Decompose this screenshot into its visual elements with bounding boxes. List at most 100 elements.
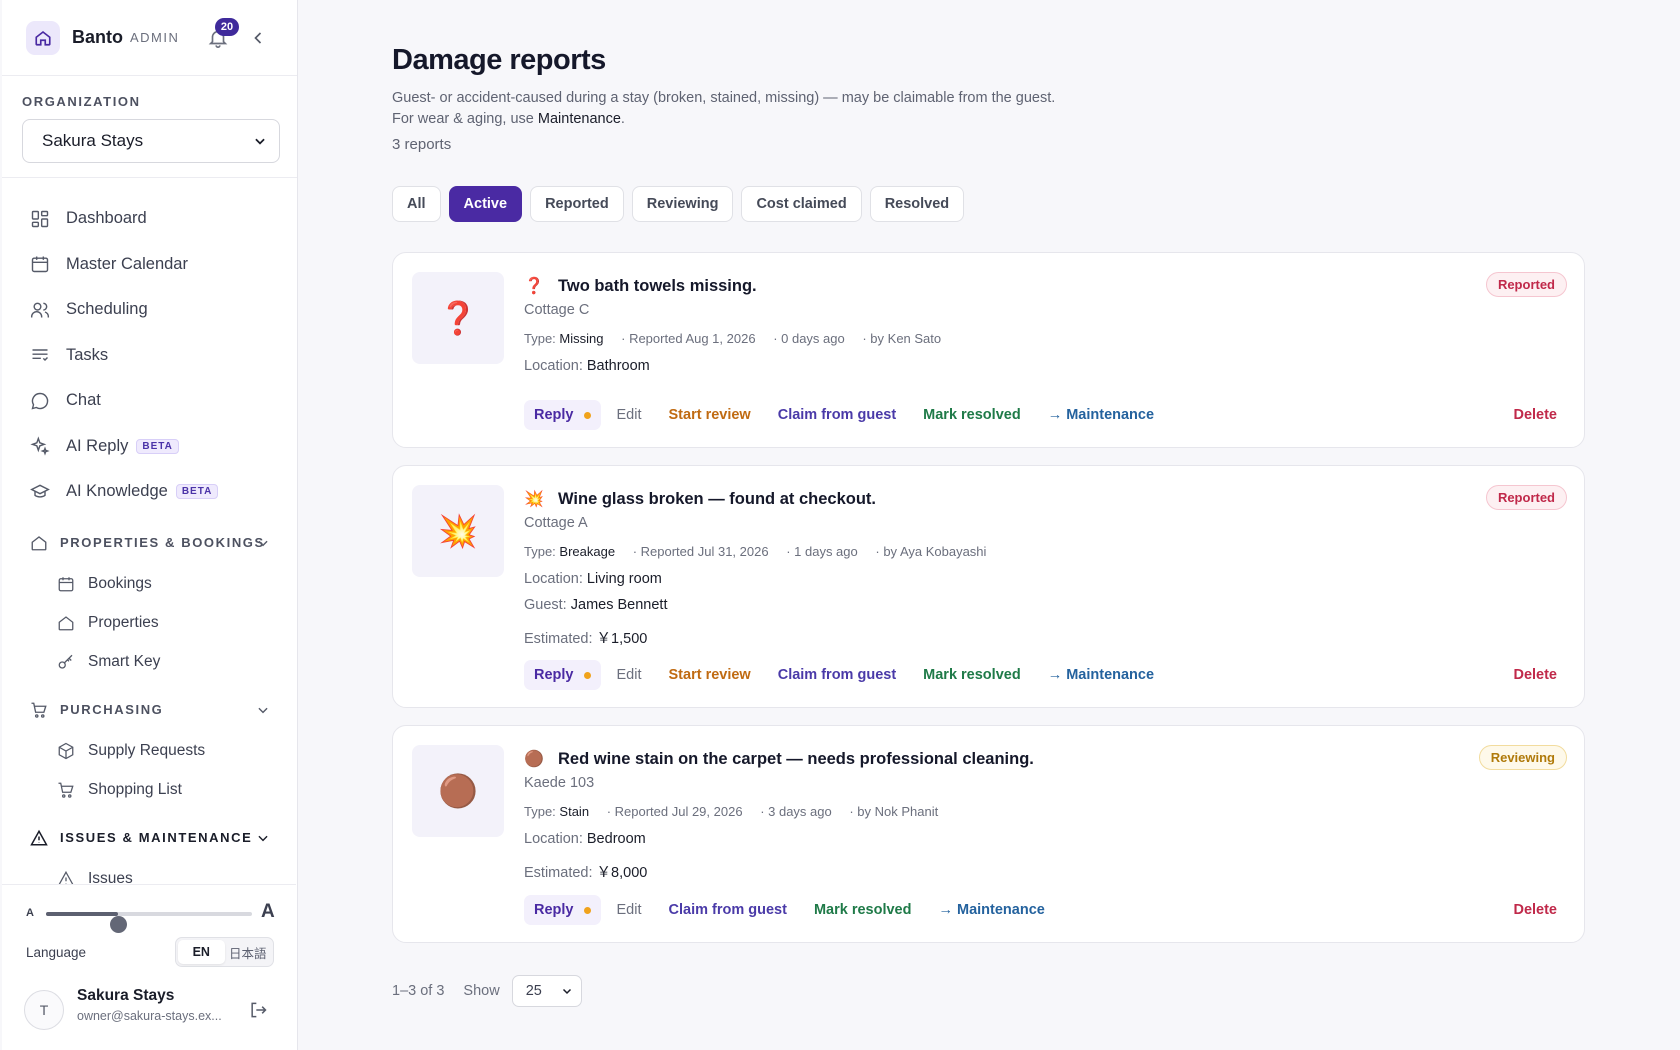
claim-from-guest-button[interactable]: Claim from guest — [669, 902, 787, 918]
report-card: 💥 💥 Wine glass broken — found at checkou… — [392, 465, 1585, 708]
reply-button[interactable]: Reply — [524, 400, 601, 430]
claim-from-guest-button[interactable]: Claim from guest — [778, 407, 896, 423]
slider-thumb[interactable] — [110, 916, 128, 933]
to-maintenance-button[interactable]: → Maintenance — [1048, 667, 1154, 683]
report-location: Location: Bathroom — [524, 358, 650, 374]
list-icon — [32, 349, 49, 362]
report-title-row: ❓ Two bath towels missing. — [524, 276, 757, 296]
page-size-select[interactable]: 25 — [511, 975, 582, 1007]
home-logo-icon[interactable] — [26, 20, 60, 55]
to-maintenance-button[interactable]: → Maintenance — [938, 902, 1044, 918]
claim-from-guest-button[interactable]: Claim from guest — [778, 667, 896, 683]
report-estimate: Estimated: ￥8,000 — [524, 861, 647, 882]
section-label: PROPERTIES & BOOKINGS — [60, 535, 265, 550]
delete-button[interactable]: Delete — [1513, 902, 1557, 918]
org-selected-value: Sakura Stays — [42, 131, 144, 150]
start-review-button[interactable]: Start review — [669, 667, 751, 683]
estimated-value: ￥1,500 — [596, 631, 648, 647]
report-meta: Type: Breakage · Reported Jul 31, 2026 ·… — [524, 544, 986, 559]
location-value: Living room — [586, 571, 662, 587]
language-toggle: EN 日本語 — [175, 937, 274, 967]
mark-resolved-button[interactable]: Mark resolved — [814, 902, 912, 918]
report-count: 3 reports — [392, 136, 452, 153]
tab-reviewing[interactable]: Reviewing — [631, 186, 734, 222]
lang-option-ja[interactable]: 日本語 — [225, 940, 272, 964]
font-size-slider[interactable] — [46, 912, 252, 933]
report-author: · by Nok Phanit — [849, 804, 939, 819]
delete-button[interactable]: Delete — [1513, 667, 1557, 683]
tab-reported[interactable]: Reported — [530, 186, 624, 222]
chevron-down-icon — [255, 138, 265, 145]
chevron-down-icon — [562, 988, 571, 995]
report-date: · Reported Aug 1, 2026 — [621, 331, 756, 346]
filter-tabs: All Active Reported Reviewing Cost claim… — [392, 186, 972, 222]
report-title: Two bath towels missing. — [558, 276, 757, 295]
tab-active[interactable]: Active — [448, 186, 523, 222]
edit-button[interactable]: Edit — [617, 667, 642, 683]
location-label: Location: — [524, 571, 583, 587]
status-badge: Reported — [1485, 485, 1567, 510]
home-icon — [58, 616, 74, 631]
nav-item-smart-key[interactable]: Smart Key — [2, 643, 297, 682]
calendar-icon — [58, 577, 74, 592]
report-actions: Reply Edit Start review Claim from guest… — [524, 660, 1569, 690]
nav-item-ai-knowledge[interactable]: AI Knowledge BETA — [2, 469, 297, 515]
report-actions: Reply Edit Claim from guest Mark resolve… — [524, 895, 1569, 925]
reply-label: Reply — [534, 902, 574, 918]
nav-item-supply-requests[interactable]: Supply Requests — [2, 732, 297, 771]
collision-icon: 💥 — [438, 513, 478, 549]
chat-bubble-icon — [31, 392, 49, 410]
show-label: Show — [463, 983, 500, 999]
nav-item-shopping-list[interactable]: Shopping List — [2, 771, 297, 810]
report-thumbnail[interactable]: 💥 — [412, 485, 504, 577]
language-row: Language EN 日本語 — [26, 937, 276, 967]
to-maintenance-button[interactable]: → Maintenance — [1048, 407, 1154, 423]
report-location: Location: Bedroom — [524, 831, 646, 847]
estimated-label: Estimated: — [524, 865, 593, 881]
org-select[interactable]: Sakura Stays — [22, 119, 280, 163]
sub-item-label: Supply Requests — [88, 742, 206, 759]
sidebar: Banto ADMIN 20 ORGANIZATION Sakura Stays… — [2, 0, 298, 1050]
tab-resolved[interactable]: Resolved — [869, 186, 965, 222]
mark-resolved-button[interactable]: Mark resolved — [923, 667, 1021, 683]
mark-resolved-button[interactable]: Mark resolved — [923, 407, 1021, 423]
type-label: Type: — [524, 544, 556, 559]
nav-item-ai-reply[interactable]: AI Reply BETA — [2, 424, 297, 470]
report-thumbnail[interactable]: 🟤 — [412, 745, 504, 837]
report-thumbnail[interactable]: ❓ — [412, 272, 504, 364]
brand-row: Banto ADMIN 20 — [2, 0, 297, 76]
reply-button[interactable]: Reply — [524, 660, 601, 690]
maintenance-link[interactable]: Maintenance — [538, 111, 621, 127]
nav-item-properties[interactable]: Properties — [2, 604, 297, 643]
notification-count-badge: 20 — [215, 18, 239, 36]
avatar[interactable]: T — [24, 990, 64, 1030]
report-title-row: 💥 Wine glass broken — found at checkout. — [524, 489, 876, 509]
estimated-label: Estimated: — [524, 631, 593, 647]
tab-cost-claimed[interactable]: Cost claimed — [741, 186, 862, 222]
nav-item-bookings[interactable]: Bookings — [2, 565, 297, 604]
chevron-down-icon — [258, 540, 268, 546]
section-purchasing[interactable]: PURCHASING — [2, 688, 297, 732]
section-properties-bookings[interactable]: PROPERTIES & BOOKINGS — [2, 521, 297, 565]
unread-dot — [583, 411, 591, 419]
chevron-left-icon[interactable] — [248, 28, 268, 48]
page-title: Damage reports — [392, 44, 606, 76]
edit-button[interactable]: Edit — [617, 902, 642, 918]
nav-item-tasks[interactable]: Tasks — [2, 333, 297, 379]
nav-item-dashboard[interactable]: Dashboard — [2, 196, 297, 242]
start-review-button[interactable]: Start review — [669, 407, 751, 423]
edit-button[interactable]: Edit — [617, 407, 642, 423]
user-email: owner@sakura-stays.ex... — [77, 1009, 222, 1023]
lang-option-en[interactable]: EN — [178, 940, 225, 964]
nav-item-scheduling[interactable]: Scheduling — [2, 287, 297, 333]
nav-item-chat[interactable]: Chat — [2, 378, 297, 424]
delete-button[interactable]: Delete — [1513, 407, 1557, 423]
calendar-icon — [31, 256, 49, 273]
section-issues-maintenance[interactable]: ISSUES & MAINTENANCE — [2, 816, 297, 860]
reply-button[interactable]: Reply — [524, 895, 601, 925]
tab-all[interactable]: All — [392, 186, 441, 222]
nav-item-master-calendar[interactable]: Master Calendar — [2, 242, 297, 288]
question-mark-icon: ❓ — [524, 278, 544, 295]
font-size-small-label: A — [26, 907, 34, 919]
logout-icon[interactable] — [248, 1000, 268, 1020]
